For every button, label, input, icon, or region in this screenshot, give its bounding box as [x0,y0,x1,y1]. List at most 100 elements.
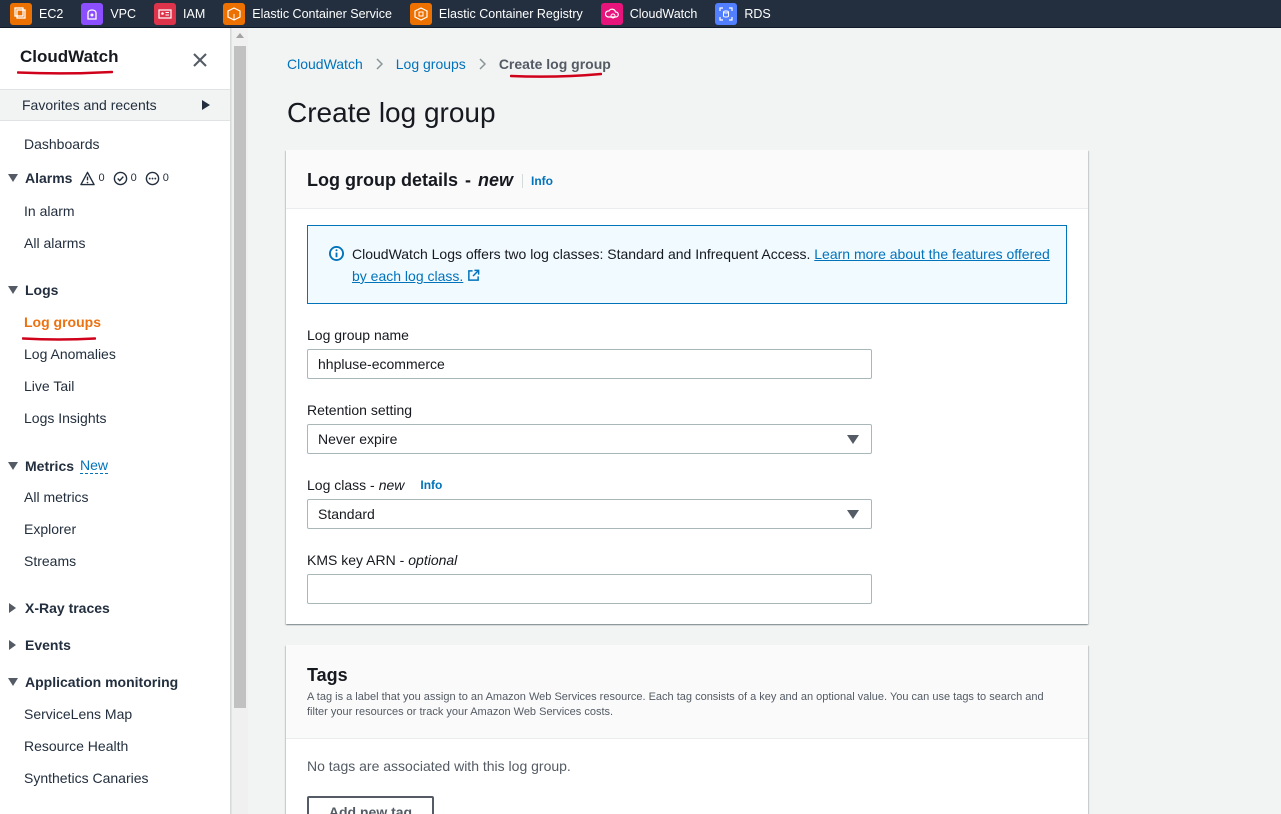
service-label: IAM [183,6,206,21]
info-link[interactable]: Info [414,478,442,492]
service-cloudwatch[interactable]: CloudWatch [600,0,698,28]
service-label: Elastic Container Service [252,6,392,21]
cloudwatch-icon [600,2,623,25]
nav-section-xray[interactable]: X-Ray traces [8,600,110,616]
nav-dashboards[interactable]: Dashboards [24,136,100,152]
service-label: EC2 [39,6,64,21]
section-label: Metrics [25,457,75,474]
nav-section-metrics[interactable]: Metrics New [8,457,109,474]
main-content: CloudWatch Log groups Create log group C… [248,28,1281,814]
caret-down-icon [847,435,859,444]
vpc-icon [81,2,104,25]
nav-section-events[interactable]: Events [8,637,71,653]
field-label-text: Log group name [307,327,409,343]
panel-header: Log group details - new Info [286,150,1088,209]
warning-icon [80,171,96,185]
nav-all-metrics[interactable]: All metrics [24,489,89,505]
scrollbar-thumb[interactable] [234,46,246,708]
kms-key-arn-label: KMS key ARN - optional [307,552,457,568]
log-class-select[interactable]: Standard [307,499,872,529]
log-group-name-input[interactable]: hhpluse-ecommerce [307,349,872,379]
service-iam[interactable]: IAM [154,0,205,28]
service-ecs[interactable]: Elastic Container Service [223,0,392,28]
nav-logs-insights[interactable]: Logs Insights [24,410,107,426]
section-label: Events [25,637,71,653]
close-icon[interactable] [190,50,210,70]
log-class-label: Log class - new Info [307,477,442,493]
panel-title-text: Tags [307,665,348,685]
log-group-details-panel: Log group details - new Info CloudWatch … [286,150,1088,624]
ok-count: 0 [130,172,137,184]
sidebar-title[interactable]: CloudWatch [20,47,119,67]
field-label-text: KMS key ARN - [307,552,405,568]
field-label-text: Retention setting [307,402,413,418]
alert-message: CloudWatch Logs offers two log classes: … [352,243,1052,287]
nav-synthetics-canaries[interactable]: Synthetics Canaries [24,770,149,786]
service-label: VPC [110,6,137,21]
more-circle-icon [145,171,160,185]
red-annotation-underline [22,337,96,341]
chevron-right-icon [376,58,383,70]
sidebar-scrollbar[interactable] [231,28,248,814]
breadcrumb-cloudwatch[interactable]: CloudWatch [287,56,363,72]
service-label: Elastic Container Registry [438,6,583,21]
info-alert: CloudWatch Logs offers two log classes: … [307,225,1067,304]
nav-servicelens-map[interactable]: ServiceLens Map [24,706,132,722]
retention-setting-select[interactable]: Never expire [307,424,872,454]
check-circle-icon [113,171,127,185]
panel-title-text: Log group details [307,170,458,190]
service-rds[interactable]: RDS [715,0,771,28]
ecs-icon [223,2,246,25]
select-value: Never expire [318,431,398,447]
service-vpc[interactable]: VPC [81,0,136,28]
no-tags-message: No tags are associated with this log gro… [307,758,571,774]
nav-explorer[interactable]: Explorer [24,521,76,537]
new-badge[interactable]: New [80,457,109,474]
nav-log-groups[interactable]: Log groups [24,314,101,330]
services-bar: EC2 VPC IAM Elastic Container Service El… [0,0,1281,28]
add-new-tag-button[interactable]: Add new tag [307,796,434,814]
caret-down-icon [8,286,18,294]
breadcrumb-log-groups[interactable]: Log groups [396,56,466,72]
nav-log-anomalies[interactable]: Log Anomalies [24,346,116,362]
panel-title: Log group details - new Info [307,170,553,191]
panel-title: Tags [307,665,348,686]
external-link-icon[interactable] [467,269,480,282]
info-link[interactable]: Info [522,173,553,188]
nav-resource-health[interactable]: Resource Health [24,738,128,754]
service-label: RDS [744,6,771,21]
nav-in-alarm[interactable]: In alarm [24,203,75,219]
insufficient-count: 0 [162,172,169,184]
iam-icon [154,2,177,25]
favorites-and-recents[interactable]: Favorites and recents [0,89,230,121]
favorites-label: Favorites and recents [22,97,157,113]
rds-icon [715,2,738,25]
caret-down-icon [847,510,859,519]
nav-section-logs[interactable]: Logs [8,282,58,298]
ec2-icon [10,2,32,25]
sidebar-nav: CloudWatch Favorites and recents Dashboa… [0,28,231,814]
nav-all-alarms[interactable]: All alarms [24,235,85,251]
breadcrumb-current: Create log group [498,56,611,72]
caret-down-icon [8,678,18,686]
field-label-text: Log class - [307,477,375,493]
nav-live-tail[interactable]: Live Tail [24,378,74,394]
service-ec2[interactable]: EC2 [10,0,63,28]
section-label: Logs [25,282,59,298]
new-label: new [478,170,514,190]
log-group-name-label: Log group name [307,327,409,343]
tags-panel: Tags A tag is a label that you assign to… [286,645,1088,814]
service-ecr[interactable]: Elastic Container Registry [409,0,583,28]
service-label: CloudWatch [629,6,698,21]
tags-description: A tag is a label that you assign to an A… [307,691,1044,718]
section-label: Application monitoring [25,674,179,690]
breadcrumb: CloudWatch Log groups Create log group [287,56,611,72]
select-value: Standard [318,506,375,522]
scroll-up-arrow-icon[interactable] [236,33,244,38]
nav-section-alarms[interactable]: Alarms 0 0 0 [8,170,177,186]
alarm-count: 0 [98,172,105,184]
kms-key-arn-input[interactable] [307,574,872,604]
nav-streams[interactable]: Streams [24,553,76,569]
nav-section-app-monitoring[interactable]: Application monitoring [8,674,178,690]
panel-header: Tags A tag is a label that you assign to… [286,645,1088,739]
